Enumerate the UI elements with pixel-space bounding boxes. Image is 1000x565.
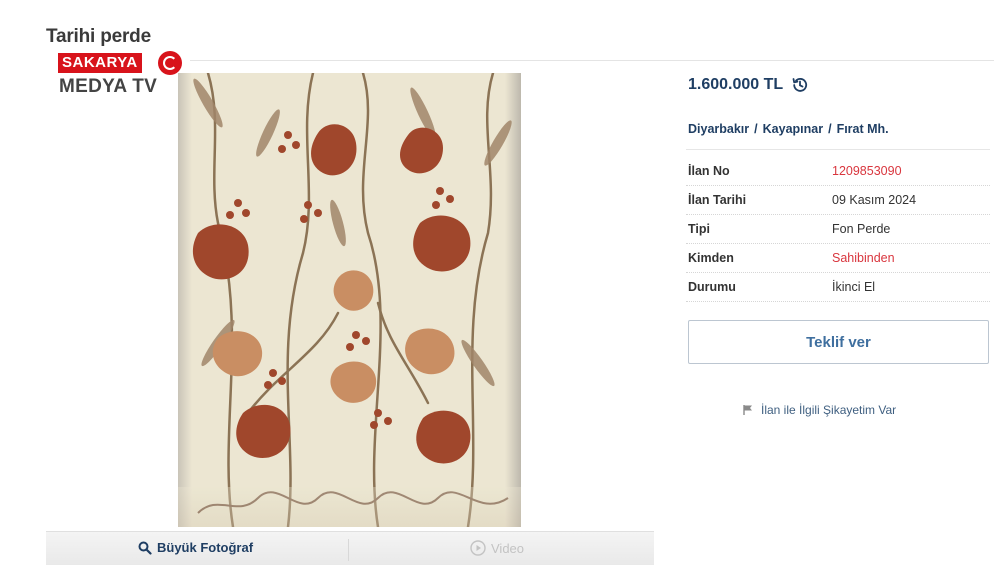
detail-value-condition: İkinci El: [832, 280, 876, 294]
video-label: Video: [491, 540, 525, 556]
detail-row-listing-date: İlan Tarihi 09 Kasım 2024: [686, 186, 990, 215]
play-icon: [470, 540, 486, 556]
report-listing-link[interactable]: İlan ile İlgili Şikayetim Var: [742, 403, 896, 417]
big-photo-button[interactable]: Büyük Fotoğraf: [138, 540, 253, 555]
detail-key: Kimden: [688, 251, 734, 265]
breadcrumb-location: Diyarbakır / Kayapınar / Fırat Mh.: [688, 122, 889, 136]
watermark-line2: MEDYA TV: [59, 76, 158, 97]
detail-value-listing-no: 1209853090: [832, 164, 902, 178]
curtain-pattern-image: [192, 73, 512, 527]
report-listing-label: İlan ile İlgili Şikayetim Var: [761, 403, 897, 417]
title-divider: [190, 60, 994, 61]
detail-key: Durumu: [688, 280, 736, 294]
detail-value-from: Sahibinden: [832, 251, 895, 265]
big-photo-label: Büyük Fotoğraf: [157, 540, 254, 555]
detail-row-type: Tipi Fon Perde: [686, 215, 990, 244]
location-district[interactable]: Kayapınar: [763, 122, 823, 136]
location-separator: /: [754, 122, 758, 136]
detail-row-listing-no: İlan No 1209853090: [686, 157, 990, 186]
detail-key: İlan Tarihi: [688, 193, 747, 207]
detail-key: İlan No: [688, 164, 730, 178]
photo-toolbar: Büyük Fotoğraf Video: [46, 531, 654, 565]
location-separator: /: [828, 122, 832, 136]
toolbar-separator: [348, 539, 349, 561]
detail-row-condition: Durumu İkinci El: [686, 273, 990, 302]
detail-row-from: Kimden Sahibinden: [686, 244, 990, 273]
watermark-line1: SAKARYA: [58, 53, 142, 73]
price-row: 1.600.000 TL: [688, 76, 809, 94]
location-city[interactable]: Diyarbakır: [688, 122, 749, 136]
magnifier-icon: [138, 541, 152, 555]
listing-details-table: İlan No 1209853090 İlan Tarihi 09 Kasım …: [686, 157, 990, 302]
listing-photo[interactable]: [178, 73, 521, 527]
detail-key: Tipi: [688, 222, 710, 236]
make-offer-label: Teklif ver: [806, 333, 871, 351]
history-icon[interactable]: [791, 76, 809, 94]
detail-value-type: Fon Perde: [832, 222, 891, 236]
location-divider: [686, 149, 990, 150]
make-offer-button[interactable]: Teklif ver: [688, 320, 989, 364]
watermark-globe-icon: [158, 51, 182, 75]
listing-title: Tarihi perde: [46, 26, 151, 47]
sakarya-medya-tv-watermark: SAKARYA MEDYA TV: [58, 51, 184, 101]
detail-value-listing-date: 09 Kasım 2024: [832, 193, 917, 207]
location-neighborhood[interactable]: Fırat Mh.: [837, 122, 889, 136]
flag-icon: [743, 405, 752, 415]
photo-floor-shadow: [178, 487, 521, 527]
video-button[interactable]: Video: [470, 540, 524, 556]
price: 1.600.000 TL: [688, 76, 784, 93]
